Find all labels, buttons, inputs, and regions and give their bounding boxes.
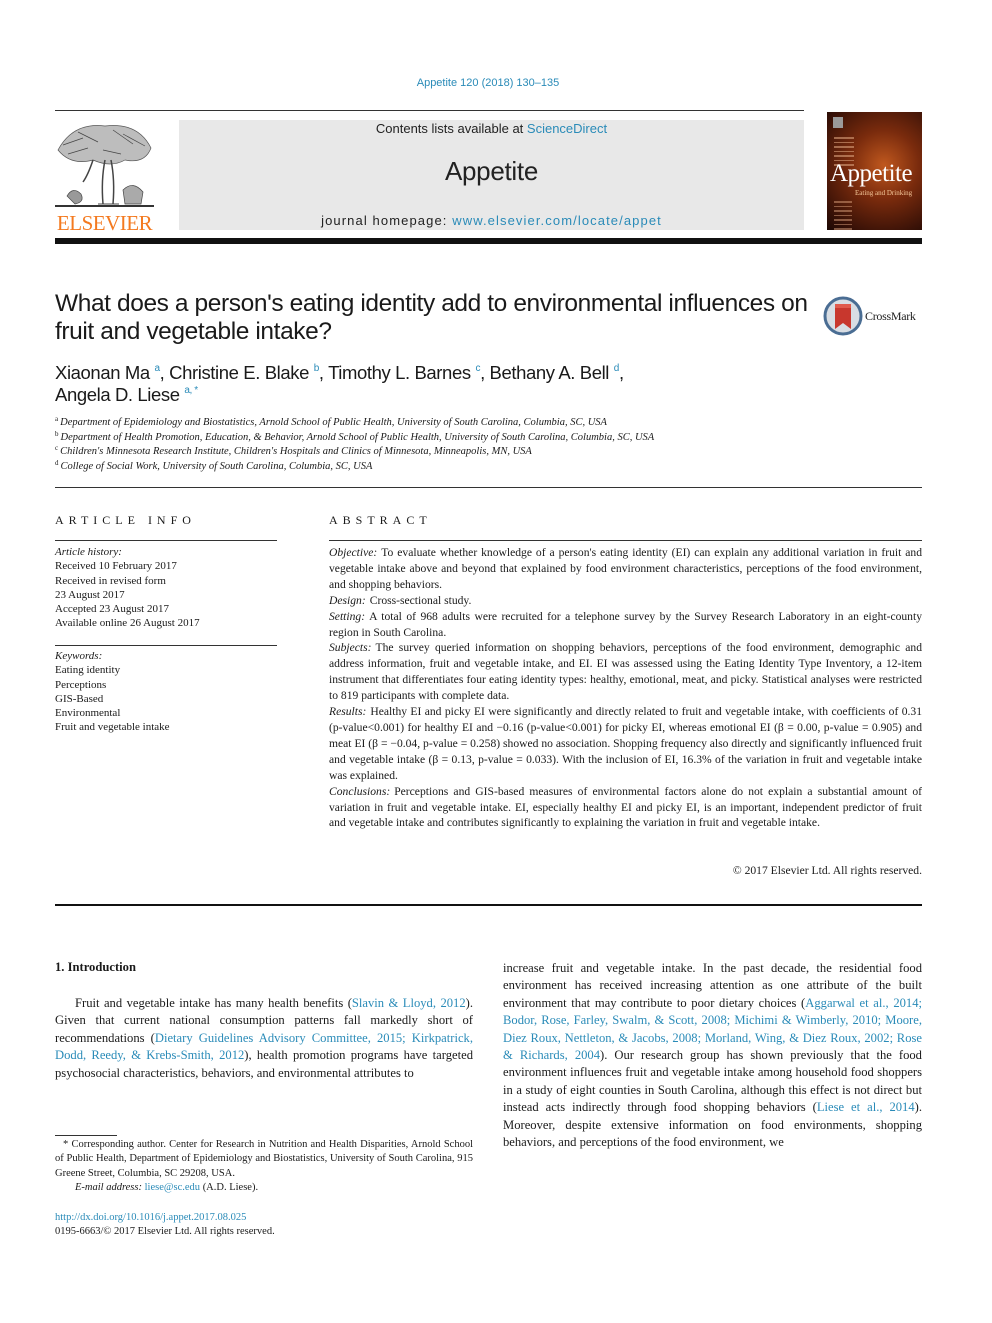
history-item: Available online 26 August 2017 <box>55 617 200 630</box>
issn-line: 0195-6663/© 2017 Elsevier Ltd. All right… <box>55 1226 275 1238</box>
author-affiliation-sup[interactable]: a, * <box>184 385 198 396</box>
crossmark-label[interactable]: CrossMark <box>865 309 916 324</box>
history-item: Received 10 February 2017 <box>55 560 177 573</box>
abstract-section: Conclusions: Perceptions and GIS-based me… <box>329 784 922 830</box>
history-item: 23 August 2017 <box>55 588 125 601</box>
abstract-heading: ABSTRACT <box>329 513 432 527</box>
abstract-section: Results: Healthy EI and picky EI were sig… <box>329 705 922 782</box>
section-heading: 1. Introduction <box>55 960 136 974</box>
cover-subtitle: Eating and Drinking <box>855 189 913 197</box>
contents-line: Contents lists available at ScienceDirec… <box>179 121 804 136</box>
divider <box>55 487 922 488</box>
affiliation: c Children's Minnesota Research Institute… <box>55 444 532 458</box>
homepage-line: journal homepage: www.elsevier.com/locat… <box>179 213 804 228</box>
cover-title: Appetite <box>830 160 913 187</box>
email-link[interactable]: liese@sc.edu <box>145 1182 200 1193</box>
paragraph: Fruit and vegetable intake has many heal… <box>55 995 473 1082</box>
doi-block: http://dx.doi.org/10.1016/j.appet.2017.0… <box>55 1211 275 1240</box>
corresponding-author-note: * Corresponding author. Center for Resea… <box>55 1139 473 1179</box>
history-item: Received in revised form <box>55 574 166 587</box>
journal-citation-link[interactable]: Appetite 120 (2018) 130–135 <box>0 77 976 89</box>
journal-name: Appetite <box>444 156 538 186</box>
body-column-right: increase fruit and vegetable intake. In … <box>503 960 922 1151</box>
sciencedirect-link[interactable]: ScienceDirect <box>527 121 607 136</box>
history-label: Article history: <box>55 546 122 558</box>
author[interactable]: Angela D. Liese a, * <box>55 384 198 405</box>
keyword[interactable]: GIS-Based <box>55 692 277 706</box>
elsevier-wordmark: ELSEVIER <box>56 211 153 235</box>
doi-link[interactable]: http://dx.doi.org/10.1016/j.appet.2017.0… <box>55 1212 246 1223</box>
paragraph: increase fruit and vegetable intake. In … <box>503 960 922 1151</box>
header-thick-rule <box>55 238 922 244</box>
citation-link[interactable]: Liese et al., 2014 <box>817 1100 915 1114</box>
article-info-heading: ARTICLE INFO <box>55 513 196 527</box>
header-top-rule <box>55 110 804 111</box>
cover-toc-lines <box>834 198 852 230</box>
footnote-rule <box>55 1135 117 1136</box>
abstract-section: Setting: A total of 968 adults were recru… <box>329 609 922 639</box>
keywords-label: Keywords: <box>55 650 103 662</box>
crossmark-icon <box>823 296 863 336</box>
keyword[interactable]: Environmental <box>55 706 277 720</box>
abstract-section: Objective: To evaluate whether knowledge … <box>329 546 922 591</box>
affiliation: d College of Social Work, University of S… <box>55 458 373 472</box>
article-history: Article history: Received 10 February 20… <box>55 545 277 631</box>
article-title: What does a person's eating identity add… <box>55 290 808 345</box>
abstract-section: Subjects: The survey queried information … <box>329 641 922 703</box>
crossmark-button[interactable] <box>823 296 863 336</box>
keyword[interactable]: Perceptions <box>55 678 277 692</box>
divider <box>329 540 922 541</box>
text-run: Fruit and vegetable intake has many heal… <box>75 996 352 1010</box>
keyword[interactable]: Fruit and vegetable intake <box>55 720 277 734</box>
journal-cover-image[interactable]: Appetite Eating and Drinking <box>827 112 922 230</box>
affiliation: b Department of Health Promotion, Educati… <box>55 429 655 443</box>
body-column-left: Fruit and vegetable intake has many heal… <box>55 995 473 1082</box>
homepage-prefix: journal homepage: <box>321 213 453 228</box>
affiliations: a Department of Epidemiology and Biostati… <box>55 416 915 474</box>
affiliation: a Department of Epidemiology and Biostati… <box>55 415 607 429</box>
contents-prefix: Contents lists available at <box>375 121 527 136</box>
cover-emblem-icon <box>833 117 843 128</box>
tree-icon <box>55 125 154 207</box>
journal-homepage-link[interactable]: www.elsevier.com/locate/appet <box>452 213 662 228</box>
abstract-body: Objective: To evaluate whether knowledge … <box>329 545 922 831</box>
journal-banner: Contents lists available at ScienceDirec… <box>179 120 804 230</box>
divider <box>55 645 277 646</box>
history-item: Accepted 23 August 2017 <box>55 603 169 616</box>
divider <box>55 540 277 541</box>
author[interactable]: Timothy L. Barnes c, <box>328 362 489 383</box>
author[interactable]: Xiaonan Ma a, <box>55 362 169 383</box>
divider <box>55 904 922 906</box>
email-line: E-mail address: liese@sc.edu (A.D. Liese… <box>75 1181 259 1193</box>
keyword[interactable]: Eating identity <box>55 663 277 677</box>
footnotes: * Corresponding author. Center for Resea… <box>55 1138 473 1195</box>
keywords: Keywords: Eating identity Perceptions GI… <box>55 649 277 735</box>
citation-link[interactable]: Slavin & Lloyd, 2012 <box>352 996 466 1010</box>
abstract-copyright: © 2017 Elsevier Ltd. All rights reserved… <box>732 864 922 877</box>
abstract-section: Design: Cross-sectional study. <box>329 593 472 607</box>
author[interactable]: Bethany A. Bell d, <box>490 362 625 383</box>
author[interactable]: Christine E. Blake b, <box>169 362 328 383</box>
author-list: Xiaonan Ma a, Christine E. Blake b, Timo… <box>55 362 815 406</box>
